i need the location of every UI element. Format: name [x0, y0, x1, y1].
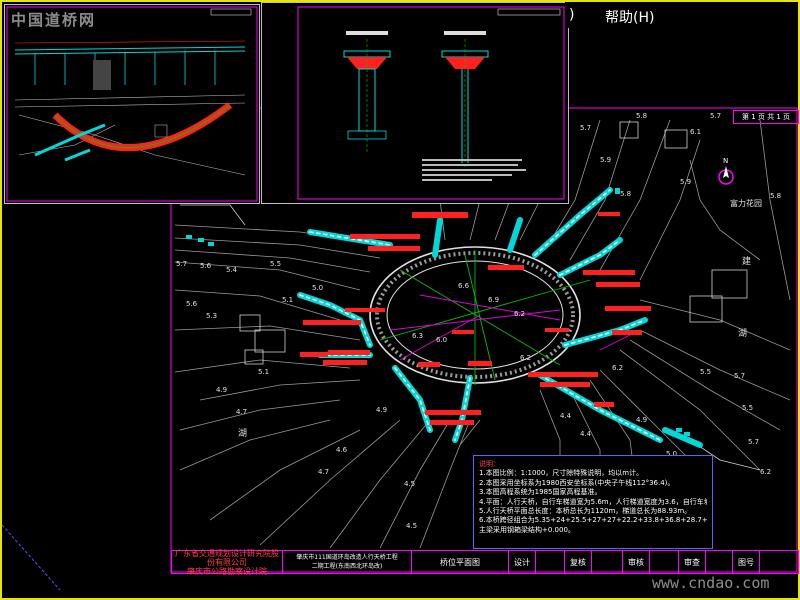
- svg-text:5.6: 5.6: [200, 262, 212, 270]
- svg-text:4.7: 4.7: [318, 468, 329, 476]
- design-cell: 设计: [509, 551, 536, 573]
- lake-label-west: 湖: [238, 428, 247, 439]
- svg-text:5.8: 5.8: [770, 192, 781, 200]
- notes-line: 5.人行天桥平面总长度：本桥总长为1120m，梯道总长为88.93m。: [479, 507, 692, 516]
- svg-text:4.5: 4.5: [406, 522, 417, 530]
- svg-text:5.8: 5.8: [636, 112, 647, 120]
- notes-line: 2.本图采用坐标系为1980西安坐标系(中央子午线112°36.4)。: [479, 478, 675, 487]
- north-arrow: N: [718, 157, 734, 185]
- svg-text:5.1: 5.1: [282, 296, 293, 304]
- svg-text:6.6: 6.6: [458, 282, 470, 290]
- svg-text:5.3: 5.3: [206, 312, 217, 320]
- lake-label-east: 湖: [738, 328, 747, 339]
- svg-text:4.4: 4.4: [580, 430, 592, 438]
- svg-text:6.1: 6.1: [690, 128, 701, 136]
- audit-cell: 审核: [623, 551, 650, 573]
- svg-text:4.7: 4.7: [236, 408, 247, 416]
- project-line1: 肇庆市111国道环岛改造人行天桥工程: [296, 554, 398, 561]
- design-notes: 说明： 1.本图比例：1:1000，尺寸除特殊说明，均以m计。 2.本图采用坐标…: [473, 455, 713, 549]
- building-label: 建: [742, 255, 751, 267]
- audit-label: 审核: [628, 557, 644, 567]
- review-sign-cell: [592, 551, 623, 573]
- svg-text:5.1: 5.1: [258, 368, 269, 376]
- garden-label: 富力花园: [730, 198, 762, 208]
- svg-text:5.7: 5.7: [580, 124, 591, 132]
- svg-text:4.6: 4.6: [336, 446, 348, 454]
- menu-help[interactable]: 帮助(H): [605, 7, 654, 27]
- svg-text:6.2: 6.2: [520, 354, 531, 362]
- svg-text:6.0: 6.0: [436, 336, 447, 344]
- watermark-bottom-right: www.cndao.com: [652, 574, 770, 592]
- svg-text:4.5: 4.5: [404, 480, 415, 488]
- svg-text:5.9: 5.9: [600, 156, 611, 164]
- svg-text:5.7: 5.7: [176, 260, 187, 268]
- svg-text:5.9: 5.9: [680, 178, 691, 186]
- watermark-top-left: 中国道桥网: [11, 11, 97, 29]
- company-name: 广东省交通规划设计研究院股份有限公司: [175, 548, 279, 567]
- svg-text:6.2: 6.2: [760, 468, 771, 476]
- svg-text:5.7: 5.7: [734, 372, 745, 380]
- guide-line: [1, 524, 61, 591]
- svg-text:5.6: 5.6: [186, 300, 198, 308]
- review-cell: 复核: [565, 551, 592, 573]
- drawing-name-cell: 桥位平面图: [412, 551, 509, 573]
- svg-text:5.7: 5.7: [748, 438, 759, 446]
- branch-name: 肇庆市公路勘察设计院: [187, 566, 267, 576]
- magenta-lines: [389, 294, 641, 361]
- inset-elevation-plan-drawing: [6, 6, 258, 202]
- drawing-no-cell: 图号: [733, 551, 760, 573]
- notes-line: 6.本桥跨径组合为5.35+24+25.5+27+27+22.2+33.8+36…: [479, 516, 707, 525]
- svg-text:6.3: 6.3: [412, 332, 423, 340]
- design-sign-cell: [536, 551, 565, 573]
- menu-bar: ) 帮助(H): [565, 2, 798, 28]
- drawing-name: 桥位平面图: [440, 557, 480, 567]
- review-label: 复核: [570, 557, 586, 567]
- svg-text:5.8: 5.8: [620, 190, 631, 198]
- notes-line: 1.本图比例：1:1000，尺寸除特殊说明，均以m计。: [479, 469, 644, 478]
- drawing-no-label: 图号: [738, 557, 754, 567]
- north-label: N: [723, 157, 728, 165]
- notes-line: 4.平面：人行天桥，自行车梯道宽为5.6m，人行梯道宽度为3.6，自行车坡度为1…: [479, 497, 707, 506]
- inset-elevation-plan[interactable]: 中国道桥网: [4, 4, 260, 204]
- title-block: 广东省交通规划设计研究院股份有限公司 肇庆市公路勘察设计院 肇庆市111国道环岛…: [171, 548, 799, 576]
- project-cell: 肇庆市111国道环岛改造人行天桥工程 二期工程(东南西北环岛改): [283, 551, 412, 573]
- sheet-number: 第 1 页 共 1 页: [733, 110, 799, 124]
- approve-label: 审查: [684, 557, 700, 567]
- menu-paren: ): [569, 7, 575, 23]
- notes-line: 主梁采用钢箱梁结构+0.000。: [479, 525, 575, 534]
- project-line2: 二期工程(东南西北环岛改): [311, 563, 383, 570]
- svg-text:5.5: 5.5: [700, 368, 711, 376]
- design-label: 设计: [514, 557, 530, 567]
- svg-text:6.2: 6.2: [612, 364, 623, 372]
- svg-text:5.5: 5.5: [742, 404, 753, 412]
- svg-text:5.0: 5.0: [312, 284, 323, 292]
- inset-cross-section[interactable]: [261, 2, 569, 204]
- audit-sign-cell: [650, 551, 679, 573]
- svg-text:4.4: 4.4: [560, 412, 572, 420]
- notes-line: 3.本图高程系统为1985国家高程基准。: [479, 488, 602, 497]
- svg-text:4.9: 4.9: [216, 386, 227, 394]
- notes-title: 说明：: [479, 460, 500, 468]
- svg-text:6.2: 6.2: [514, 310, 525, 318]
- svg-text:4.9: 4.9: [636, 416, 647, 424]
- inset-cross-section-drawing: [297, 6, 565, 200]
- svg-text:5.7: 5.7: [710, 112, 721, 120]
- svg-text:5.4: 5.4: [226, 266, 238, 274]
- svg-text:6.9: 6.9: [488, 296, 499, 304]
- approve-sign-cell: [706, 551, 733, 573]
- svg-text:4.9: 4.9: [376, 406, 387, 414]
- approve-cell: 审查: [679, 551, 706, 573]
- svg-text:5.5: 5.5: [270, 260, 281, 268]
- company-cell: 广东省交通规划设计研究院股份有限公司 肇庆市公路勘察设计院: [172, 548, 283, 576]
